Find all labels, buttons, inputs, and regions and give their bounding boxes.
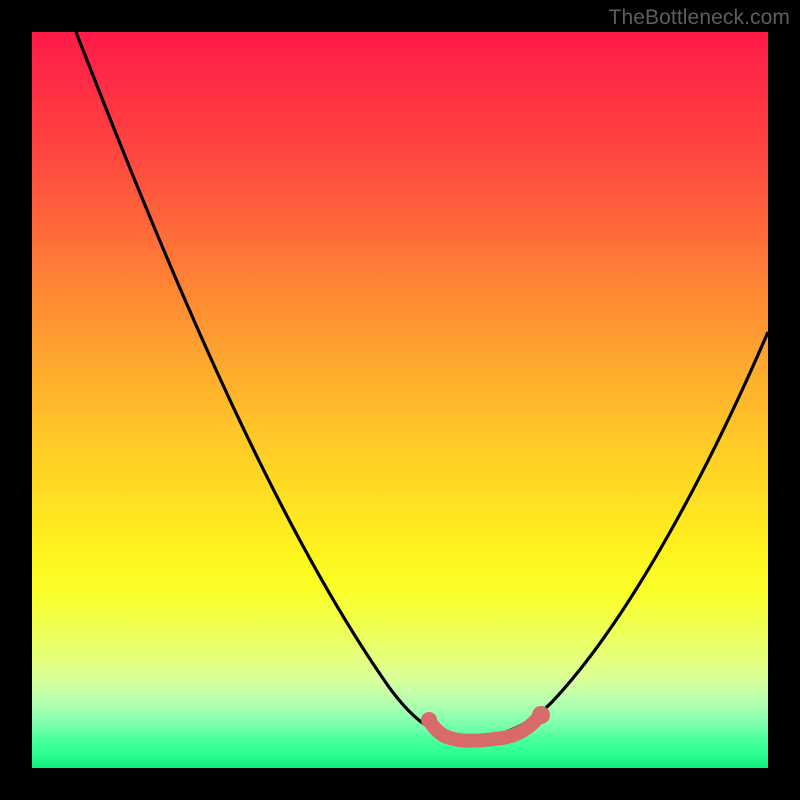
plot-area xyxy=(32,32,768,768)
flat-region-start-dot xyxy=(421,712,437,728)
outer-frame: TheBottleneck.com xyxy=(0,0,800,800)
chart-svg xyxy=(32,32,768,768)
bottleneck-curve xyxy=(76,32,768,738)
optimal-flat-region xyxy=(429,719,537,741)
watermark-text: TheBottleneck.com xyxy=(609,6,790,30)
flat-region-end-dot xyxy=(532,706,550,724)
